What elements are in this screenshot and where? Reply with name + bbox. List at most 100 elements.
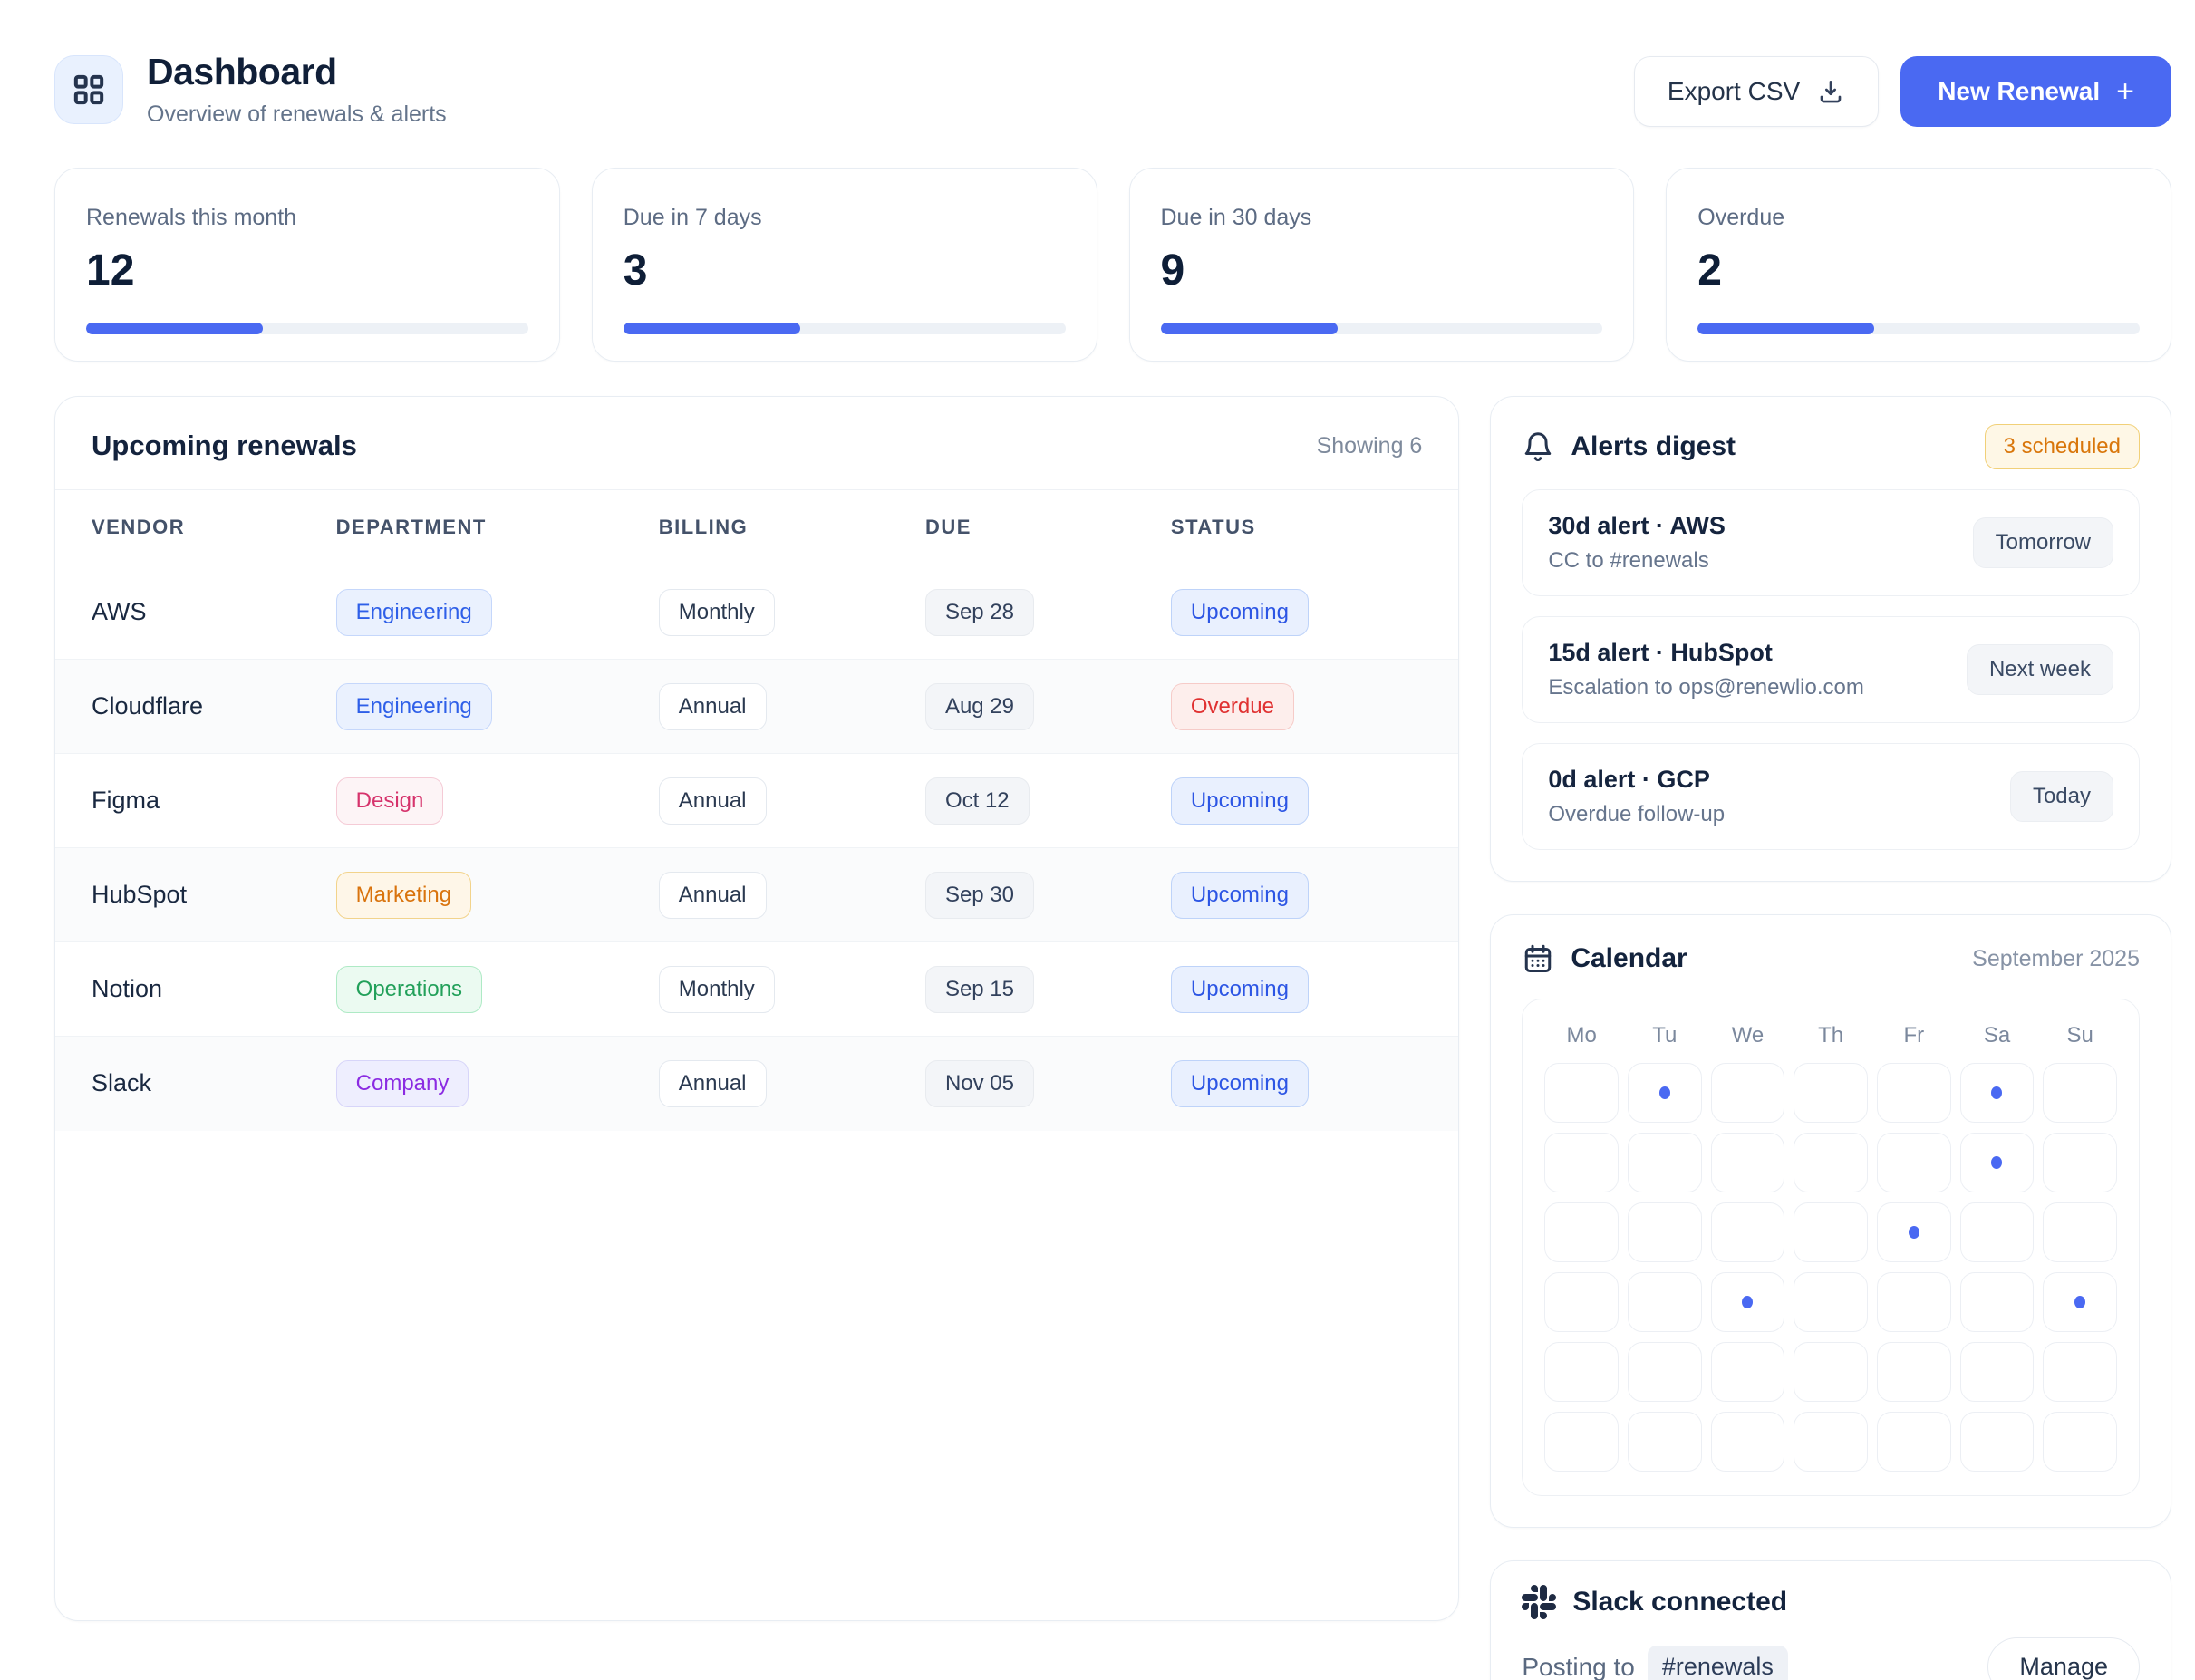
table-row[interactable]: Notion Operations Monthly Sep 15 Upcomin… (55, 942, 1458, 1037)
calendar-day-cell[interactable] (1628, 1133, 1702, 1192)
calendar-day-header: Sa (1960, 1023, 2035, 1048)
billing-badge: Annual (659, 683, 767, 730)
column-header: DEPARTMENT (336, 490, 659, 565)
vendor-name: Cloudflare (92, 692, 203, 719)
stat-card: Due in 30 days 9 (1129, 168, 1635, 362)
stat-card: Due in 7 days 3 (592, 168, 1098, 362)
calendar-day-cell[interactable] (1794, 1063, 1868, 1123)
calendar-day-cell[interactable] (1960, 1063, 2035, 1123)
manage-button[interactable]: Manage (1987, 1637, 2140, 1680)
alert-when-pill: Next week (1967, 644, 2113, 695)
calendar-day-cell[interactable] (1960, 1133, 2035, 1192)
calendar-day-cell[interactable] (1877, 1133, 1951, 1192)
column-header: BILLING (659, 490, 925, 565)
calendar-day-cell[interactable] (1628, 1342, 1702, 1402)
page-title: Dashboard (147, 51, 447, 93)
calendar-day-header: Tu (1628, 1023, 1702, 1048)
new-renewal-label: New Renewal (1938, 77, 2100, 106)
calendar-day-cell[interactable] (1794, 1412, 1868, 1472)
calendar-day-cell[interactable] (2043, 1063, 2117, 1123)
calendar-day-cell[interactable] (2043, 1133, 2117, 1192)
stat-progress-fill (1697, 323, 1874, 334)
status-badge: Upcoming (1171, 589, 1309, 636)
calendar-day-cell[interactable] (1711, 1412, 1785, 1472)
calendar-day-cell[interactable] (1544, 1342, 1619, 1402)
table-title: Upcoming renewals (92, 430, 357, 462)
calendar-day-cell[interactable] (1877, 1202, 1951, 1262)
alert-item[interactable]: 15d alert · HubSpot Escalation to ops@re… (1522, 616, 2140, 723)
stat-value: 2 (1697, 246, 2140, 295)
scheduled-count-badge: 3 scheduled (1985, 424, 2140, 469)
calendar-day-cell[interactable] (1960, 1412, 2035, 1472)
stat-card: Overdue 2 (1666, 168, 2171, 362)
slack-connected-card: Slack connected Posting to #renewals Man… (1490, 1560, 2171, 1680)
calendar-day-cell[interactable] (1877, 1342, 1951, 1402)
calendar-day-cell[interactable] (1794, 1342, 1868, 1402)
status-badge: Overdue (1171, 683, 1294, 730)
calendar-day-cell[interactable] (1544, 1412, 1619, 1472)
calendar-day-cell[interactable] (1711, 1133, 1785, 1192)
calendar-day-cell[interactable] (1711, 1202, 1785, 1262)
table-row[interactable]: Slack Company Annual Nov 05 Upcoming (55, 1037, 1458, 1131)
calendar-day-cell[interactable] (1794, 1272, 1868, 1332)
slack-connected-title: Slack connected (1572, 1587, 1787, 1617)
calendar-day-cell[interactable] (1544, 1272, 1619, 1332)
calendar-day-cell[interactable] (1960, 1202, 2035, 1262)
vendor-name: Figma (92, 787, 160, 814)
calendar-day-cell[interactable] (1711, 1063, 1785, 1123)
calendar-day-cell[interactable] (2043, 1272, 2117, 1332)
calendar-day-header: Fr (1877, 1023, 1951, 1048)
alert-title: 0d alert · GCP (1548, 766, 1725, 794)
export-csv-button[interactable]: Export CSV (1634, 56, 1879, 127)
calendar-title: Calendar (1571, 943, 1687, 974)
calendar-day-header: Th (1794, 1023, 1868, 1048)
status-badge: Upcoming (1171, 1060, 1309, 1107)
table-row[interactable]: Figma Design Annual Oct 12 Upcoming (55, 754, 1458, 848)
calendar-day-cell[interactable] (1960, 1342, 2035, 1402)
stat-progress-track (624, 323, 1066, 334)
alert-title: 30d alert · AWS (1548, 512, 1726, 540)
calendar-day-cell[interactable] (1711, 1342, 1785, 1402)
alert-item[interactable]: 0d alert · GCP Overdue follow-up Today (1522, 743, 2140, 850)
calendar-day-cell[interactable] (1628, 1063, 1702, 1123)
table-row[interactable]: Cloudflare Engineering Annual Aug 29 Ove… (55, 660, 1458, 754)
download-icon (1816, 77, 1845, 106)
stats-row: Renewals this month 12 Due in 7 days 3 D… (54, 168, 2171, 362)
calendar-day-cell[interactable] (1960, 1272, 2035, 1332)
stat-value: 9 (1161, 246, 1603, 295)
stat-label: Due in 30 days (1161, 205, 1603, 231)
billing-badge: Monthly (659, 589, 775, 636)
calendar-day-cell[interactable] (1628, 1202, 1702, 1262)
page-header: Dashboard Overview of renewals & alerts … (54, 51, 2171, 128)
billing-badge: Annual (659, 777, 767, 825)
calendar-day-cell[interactable] (1794, 1133, 1868, 1192)
table-row[interactable]: AWS Engineering Monthly Sep 28 Upcoming (55, 565, 1458, 660)
calendar-day-cell[interactable] (2043, 1342, 2117, 1402)
billing-badge: Monthly (659, 966, 775, 1013)
slack-channel-chip: #renewals (1648, 1646, 1788, 1680)
event-dot (1991, 1086, 2002, 1099)
calendar-day-cell[interactable] (2043, 1412, 2117, 1472)
calendar-month-label: September 2025 (1972, 946, 2140, 972)
calendar-day-cell[interactable] (1544, 1202, 1619, 1262)
billing-badge: Annual (659, 1060, 767, 1107)
new-renewal-button[interactable]: New Renewal + (1900, 56, 2171, 127)
stat-label: Renewals this month (86, 205, 528, 231)
calendar-day-cell[interactable] (1794, 1202, 1868, 1262)
column-header: VENDOR (55, 490, 336, 565)
calendar-day-cell[interactable] (1877, 1063, 1951, 1123)
dashboard-grid-icon (54, 55, 123, 124)
calendar-day-cell[interactable] (1877, 1412, 1951, 1472)
stat-label: Overdue (1697, 205, 2140, 231)
calendar-day-cell[interactable] (2043, 1202, 2117, 1262)
renewals-table-body: AWS Engineering Monthly Sep 28 Upcoming … (55, 565, 1458, 1131)
calendar-day-cell[interactable] (1628, 1272, 1702, 1332)
alert-item[interactable]: 30d alert · AWS CC to #renewals Tomorrow (1522, 489, 2140, 596)
calendar-day-cell[interactable] (1628, 1412, 1702, 1472)
table-row[interactable]: HubSpot Marketing Annual Sep 30 Upcoming (55, 848, 1458, 942)
calendar-day-cell[interactable] (1544, 1063, 1619, 1123)
due-date-badge: Aug 29 (925, 683, 1034, 730)
calendar-day-cell[interactable] (1544, 1133, 1619, 1192)
calendar-day-cell[interactable] (1877, 1272, 1951, 1332)
calendar-day-cell[interactable] (1711, 1272, 1785, 1332)
